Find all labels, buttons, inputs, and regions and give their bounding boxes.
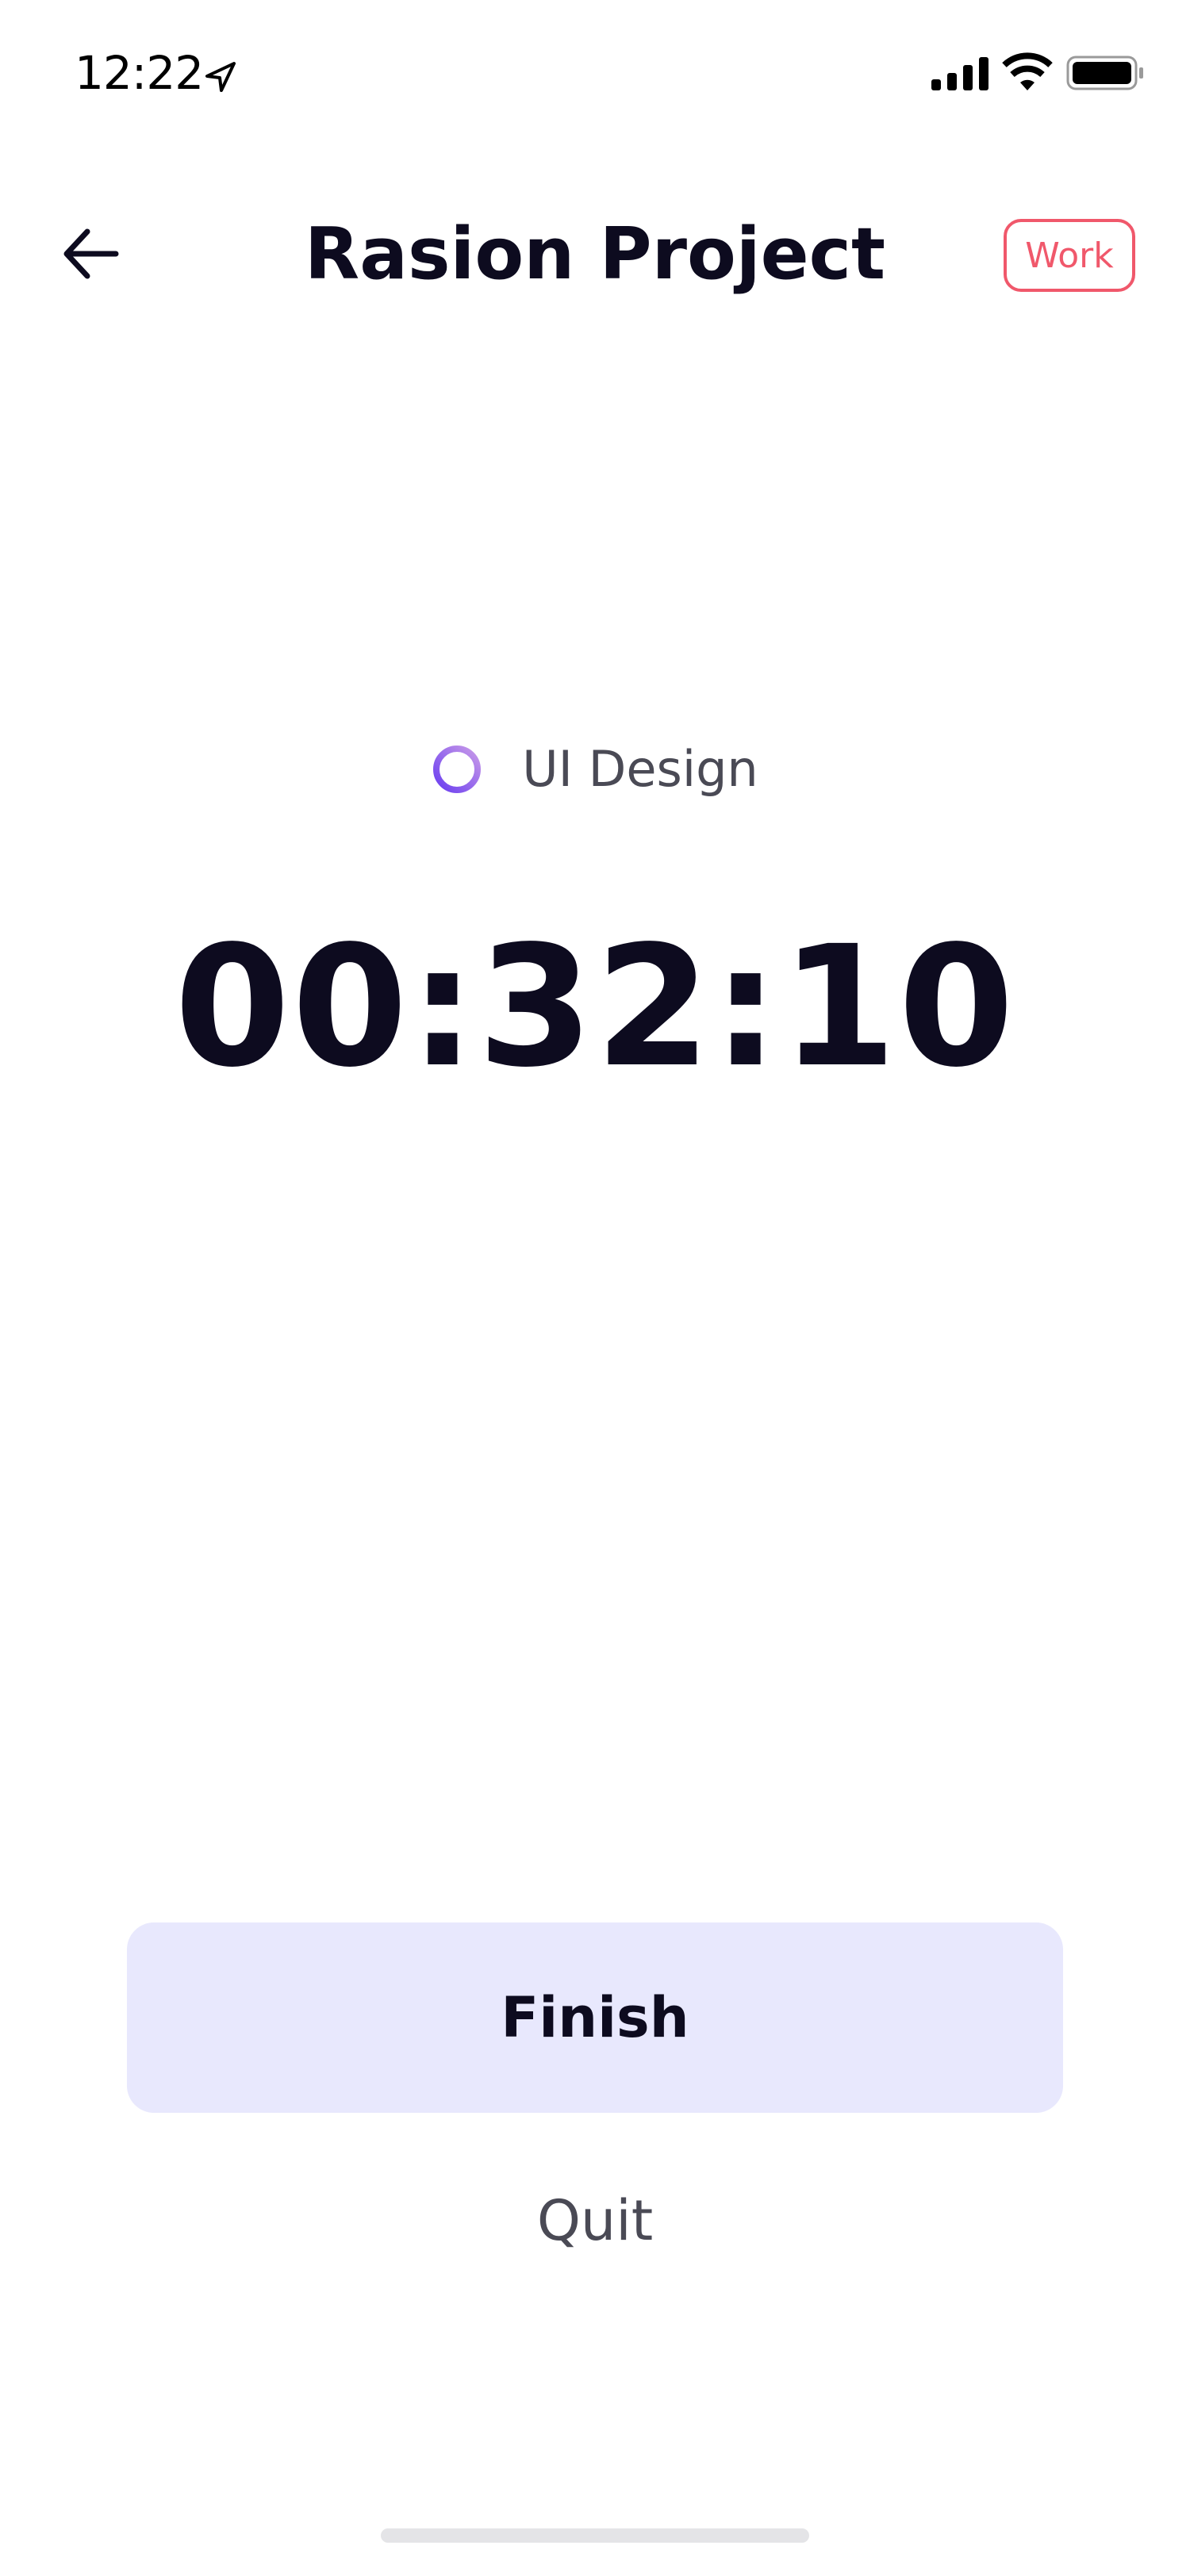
arrow-left-icon [63,228,119,279]
category-badge[interactable]: Work [1004,219,1135,292]
wifi-icon [1002,52,1053,90]
ring-icon [433,746,482,793]
timer-display: 00:32:10 [174,910,1016,1104]
quit-button[interactable]: Quit [397,2181,793,2260]
location-arrow-icon [205,62,236,92]
task-label: UI Design [522,740,758,798]
status-time: 12:22 [75,46,204,100]
cellular-signal-icon [931,57,988,90]
finish-button[interactable]: Finish [127,1922,1063,2113]
home-indicator[interactable] [381,2528,809,2543]
task-row: UI Design [0,738,1190,801]
back-button[interactable] [51,214,130,293]
battery-icon [1066,56,1143,90]
page-title: Rasion Project [304,213,886,296]
